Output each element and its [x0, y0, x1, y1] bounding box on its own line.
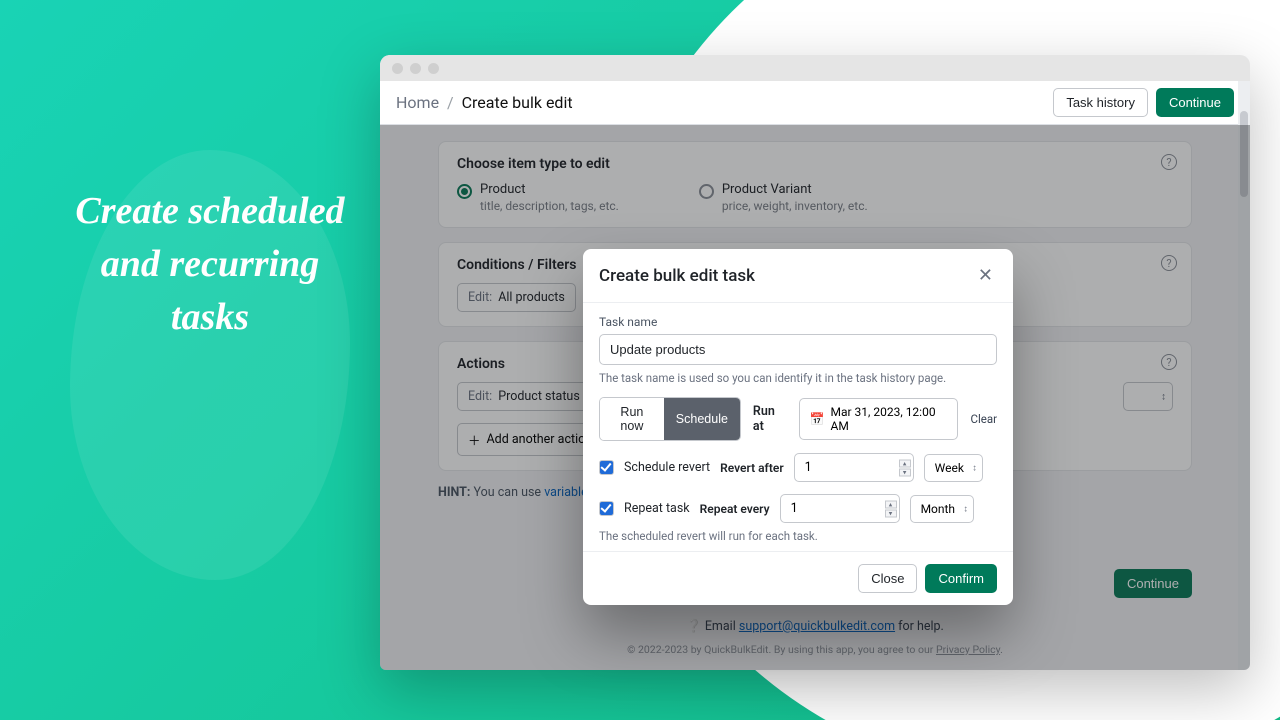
task-name-help: The task name is used so you can identif… [599, 371, 997, 385]
run-at-label: Run at [753, 404, 787, 434]
run-at-value: Mar 31, 2023, 12:00 AM [831, 405, 948, 433]
modal-title: Create bulk edit task [599, 266, 755, 286]
repeat-unit-select[interactable]: Month [910, 495, 974, 523]
repeat-every-input[interactable]: 1 [780, 494, 900, 523]
window-titlebar [380, 55, 1250, 81]
repeat-help: The scheduled revert will run for each t… [599, 529, 997, 543]
breadcrumb-home[interactable]: Home [396, 93, 439, 112]
schedule-revert-checkbox[interactable] [599, 460, 614, 475]
repeat-task-label: Repeat task [624, 501, 690, 516]
run-now-tab[interactable]: Run now [600, 398, 664, 440]
run-at-datepicker[interactable]: 📅 Mar 31, 2023, 12:00 AM [799, 398, 959, 440]
schedule-revert-label: Schedule revert [624, 460, 710, 475]
confirm-button[interactable]: Confirm [925, 564, 997, 593]
calendar-icon: 📅 [810, 412, 825, 426]
repeat-every-label: Repeat every [700, 502, 770, 516]
revert-unit-select[interactable]: Week [924, 454, 983, 482]
create-task-modal: Create bulk edit task ✕ Task name The ta… [583, 249, 1013, 605]
close-button[interactable]: Close [858, 564, 917, 593]
continue-button-top[interactable]: Continue [1156, 88, 1234, 117]
page-header: Home / Create bulk edit Task history Con… [380, 81, 1250, 125]
revert-after-label: Revert after [720, 461, 784, 475]
stepper-up[interactable]: ▴ [899, 459, 911, 467]
repeat-task-checkbox[interactable] [599, 501, 614, 516]
stepper-down[interactable]: ▾ [885, 509, 897, 517]
revert-after-input[interactable]: 1 [794, 453, 914, 482]
traffic-light-close[interactable] [392, 63, 403, 74]
stepper-up[interactable]: ▴ [885, 500, 897, 508]
breadcrumb-current: Create bulk edit [462, 93, 573, 112]
task-name-label: Task name [599, 315, 997, 329]
schedule-tab[interactable]: Schedule [664, 398, 740, 440]
run-mode-toggle: Run now Schedule [599, 397, 741, 441]
traffic-light-min[interactable] [410, 63, 421, 74]
marketing-tagline: Create scheduled and recurring tasks [60, 185, 360, 345]
task-history-button[interactable]: Task history [1053, 88, 1148, 117]
traffic-light-max[interactable] [428, 63, 439, 74]
breadcrumb-sep: / [447, 93, 454, 112]
close-icon[interactable]: ✕ [974, 263, 997, 288]
stepper-down[interactable]: ▾ [899, 468, 911, 476]
breadcrumb: Home / Create bulk edit [396, 93, 573, 112]
clear-date-button[interactable]: Clear [970, 412, 997, 426]
task-name-input[interactable] [599, 334, 997, 365]
